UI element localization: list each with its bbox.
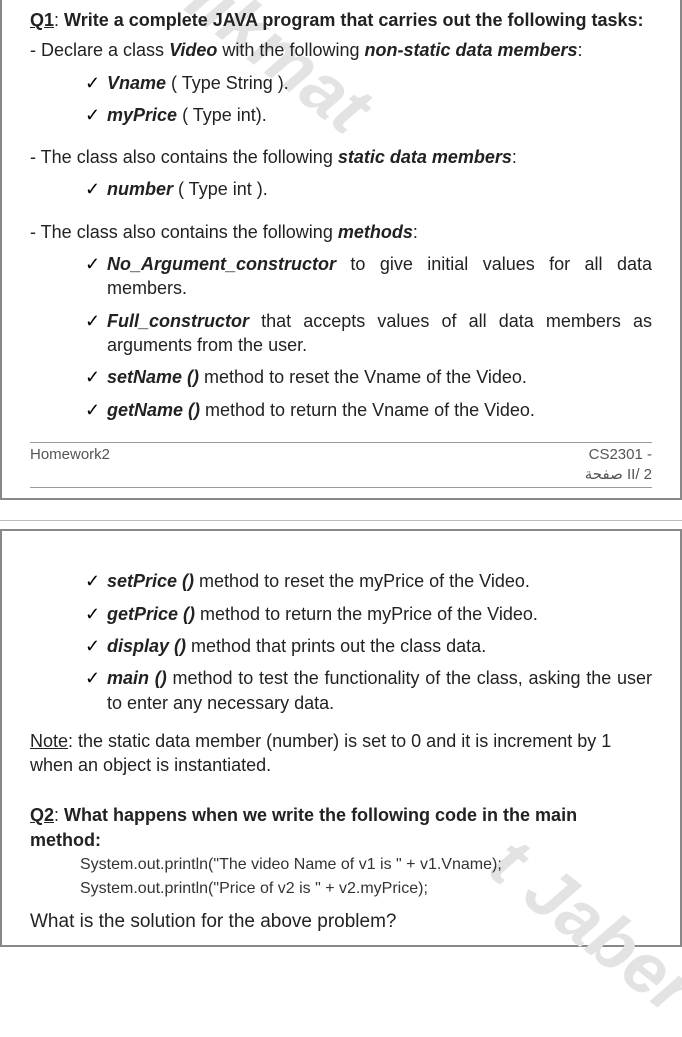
q2-label: Q2 [30, 805, 54, 825]
item-getprice: ✓ getPrice () method to return the myPri… [85, 602, 652, 626]
q1-label: Q1 [30, 10, 54, 30]
page-1-content: Q1: Write a complete JAVA program that c… [30, 8, 652, 488]
item-main: ✓ main () method to test the functionali… [85, 666, 652, 715]
methods-list-cont: ✓ setPrice () method to reset the myPric… [30, 569, 652, 714]
item-number: ✓ number ( Type int ). [85, 177, 652, 201]
check-icon: ✓ [85, 71, 100, 95]
note-paragraph: Note: the static data member (number) is… [30, 729, 652, 778]
item-getname: ✓ getName () method to return the Vname … [85, 398, 652, 422]
page-footer: Homework2 CS2301 - صفحة II/ 2 [30, 442, 652, 489]
item-setname: ✓ setName () method to reset the Vname o… [85, 365, 652, 389]
check-icon: ✓ [85, 252, 100, 276]
code-line-1: System.out.println("The video Name of v1… [30, 854, 652, 876]
page-1: Dr. Hikmat Q1: Write a complete JAVA pro… [0, 0, 682, 500]
item-vname: ✓ Vname ( Type String ). [85, 71, 652, 95]
static-members: ✓ number ( Type int ). [30, 177, 652, 201]
check-icon: ✓ [85, 309, 100, 333]
q2-text: What happens when we write the following… [30, 805, 577, 849]
check-icon: ✓ [85, 569, 100, 593]
item-full: ✓ Full_constructor that accepts values o… [85, 309, 652, 358]
dash-static: The class also contains the following st… [30, 145, 652, 169]
methods-list: ✓ No_Argument_constructor to give initia… [30, 252, 652, 422]
check-icon: ✓ [85, 365, 100, 389]
item-noarg: ✓ No_Argument_constructor to give initia… [85, 252, 652, 301]
item-myprice: ✓ myPrice ( Type int). [85, 103, 652, 127]
check-icon: ✓ [85, 103, 100, 127]
footer-left: Homework2 [30, 445, 110, 465]
nonstatic-members: ✓ Vname ( Type String ). ✓ myPrice ( Typ… [30, 71, 652, 128]
q1-heading: Q1: Write a complete JAVA program that c… [30, 8, 652, 32]
footer-right: CS2301 - صفحة II/ 2 [585, 445, 652, 486]
page-separator [0, 520, 682, 521]
q1-text: Write a complete JAVA program that carri… [64, 10, 643, 30]
check-icon: ✓ [85, 634, 100, 658]
check-icon: ✓ [85, 398, 100, 422]
check-icon: ✓ [85, 602, 100, 626]
check-icon: ✓ [85, 177, 100, 201]
page-2: t Jaber ✓ setPrice () method to reset th… [0, 529, 682, 947]
note-label: Note [30, 731, 68, 751]
item-setprice: ✓ setPrice () method to reset the myPric… [85, 569, 652, 593]
solution-question: What is the solution for the above probl… [30, 909, 652, 935]
dash-nonstatic: Declare a class Video with the following… [30, 38, 652, 62]
q2-heading: Q2: What happens when we write the follo… [30, 803, 652, 852]
page-2-content: ✓ setPrice () method to reset the myPric… [30, 569, 652, 935]
item-display: ✓ display () method that prints out the … [85, 634, 652, 658]
code-line-2: System.out.println("Price of v2 is " + v… [30, 878, 652, 900]
dash-methods: The class also contains the following me… [30, 220, 652, 244]
check-icon: ✓ [85, 666, 100, 690]
